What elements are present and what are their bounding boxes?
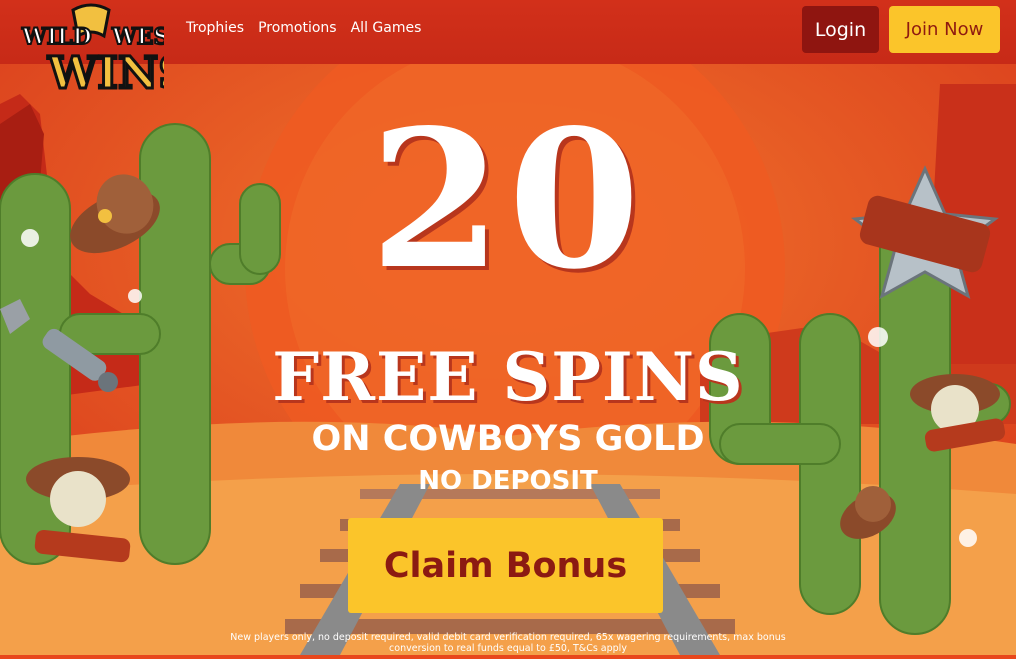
join-now-button[interactable]: Join Now	[889, 6, 1000, 53]
login-button[interactable]: Login	[802, 6, 879, 53]
hero-game-name: ON COWBOYS GOLD	[311, 419, 705, 459]
logo-wild: WILD	[21, 24, 92, 50]
site-logo[interactable]: WILD WEST WINS	[18, 2, 192, 101]
main-nav: Trophies Promotions All Games	[186, 20, 421, 36]
horseshoe-logo-icon: WILD WEST WINS	[20, 3, 192, 101]
hero-no-deposit: NO DEPOSIT	[418, 466, 598, 496]
nav-trophies[interactable]: Trophies	[186, 20, 244, 36]
nav-all-games[interactable]: All Games	[351, 20, 422, 36]
hero-free-spins: FREE SPINS	[272, 338, 744, 416]
logo-west: WEST	[111, 24, 164, 50]
terms-text: New players only, no deposit required, v…	[230, 632, 786, 654]
claim-bonus-button[interactable]: Claim Bonus	[348, 518, 663, 613]
nav-promotions[interactable]: Promotions	[258, 20, 337, 36]
hero-amount: 20	[369, 88, 647, 311]
logo-wins: WINS	[47, 48, 164, 96]
